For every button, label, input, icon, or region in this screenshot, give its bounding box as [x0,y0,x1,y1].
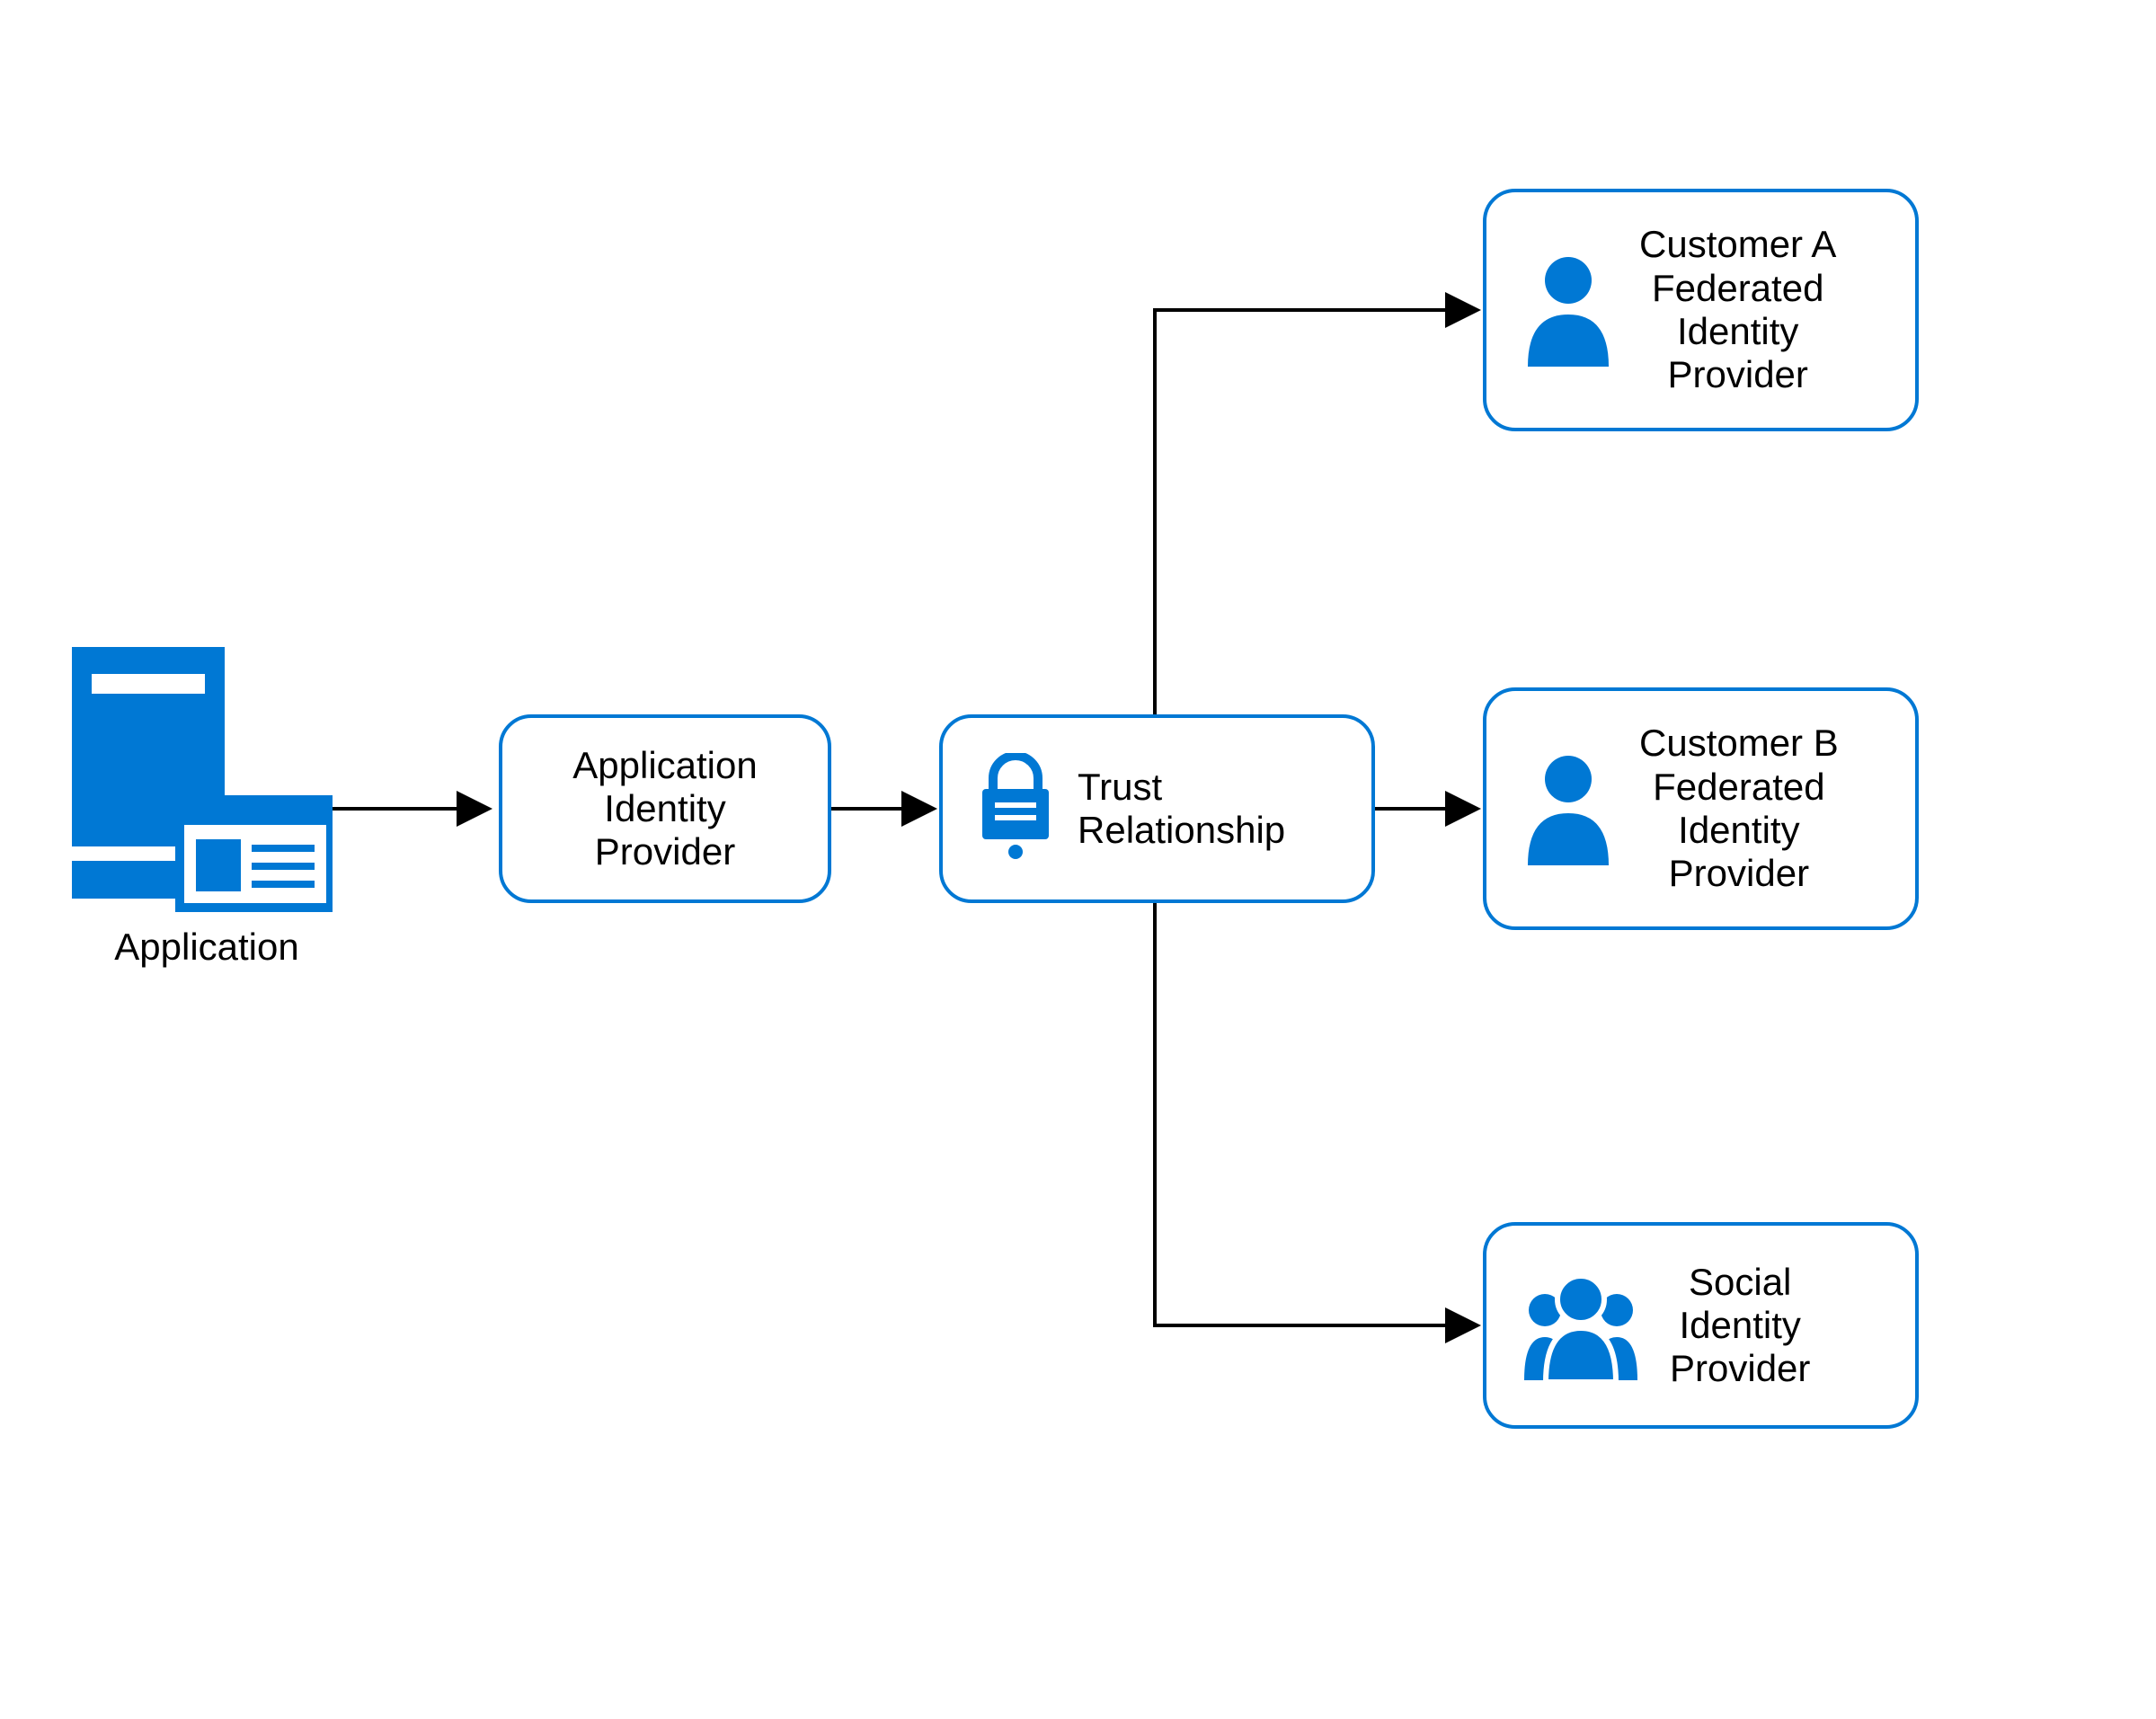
cust-a-label-3: Identity [1639,310,1836,353]
trust-label-2: Relationship [1078,809,1285,852]
app-idp-label-2: Identity [572,787,757,830]
social-label-3: Provider [1670,1347,1810,1390]
person-icon [1519,250,1618,371]
application-label-text: Application [114,926,298,968]
node-trust-relationship: Trust Relationship [939,714,1375,903]
diagram-canvas: Application Application Identity Provide… [0,0,2156,1719]
cust-b-label-1: Customer B [1639,722,1839,765]
application-label: Application [90,926,324,969]
cust-a-label-2: Federated [1639,267,1836,310]
trust-label-1: Trust [1078,766,1285,809]
edge-trust-to-customer-a [1155,310,1474,714]
node-customer-b: Customer B Federated Identity Provider [1483,687,1919,930]
app-idp-label-1: Application [572,744,757,787]
app-idp-label-3: Provider [572,830,757,873]
cust-a-label-4: Provider [1639,353,1836,396]
social-label-1: Social [1670,1261,1810,1304]
lock-icon [975,753,1056,865]
social-label-2: Identity [1670,1304,1810,1347]
people-group-icon [1513,1265,1648,1387]
cust-a-label-1: Customer A [1639,223,1836,266]
node-app-identity-provider: Application Identity Provider [499,714,831,903]
node-customer-a: Customer A Federated Identity Provider [1483,189,1919,431]
application-icon [72,647,333,917]
edge-trust-to-social [1155,903,1474,1325]
cust-b-label-4: Provider [1639,852,1839,895]
cust-b-label-3: Identity [1639,809,1839,852]
cust-b-label-2: Federated [1639,766,1839,809]
person-icon [1519,749,1618,870]
node-social-idp: Social Identity Provider [1483,1222,1919,1429]
